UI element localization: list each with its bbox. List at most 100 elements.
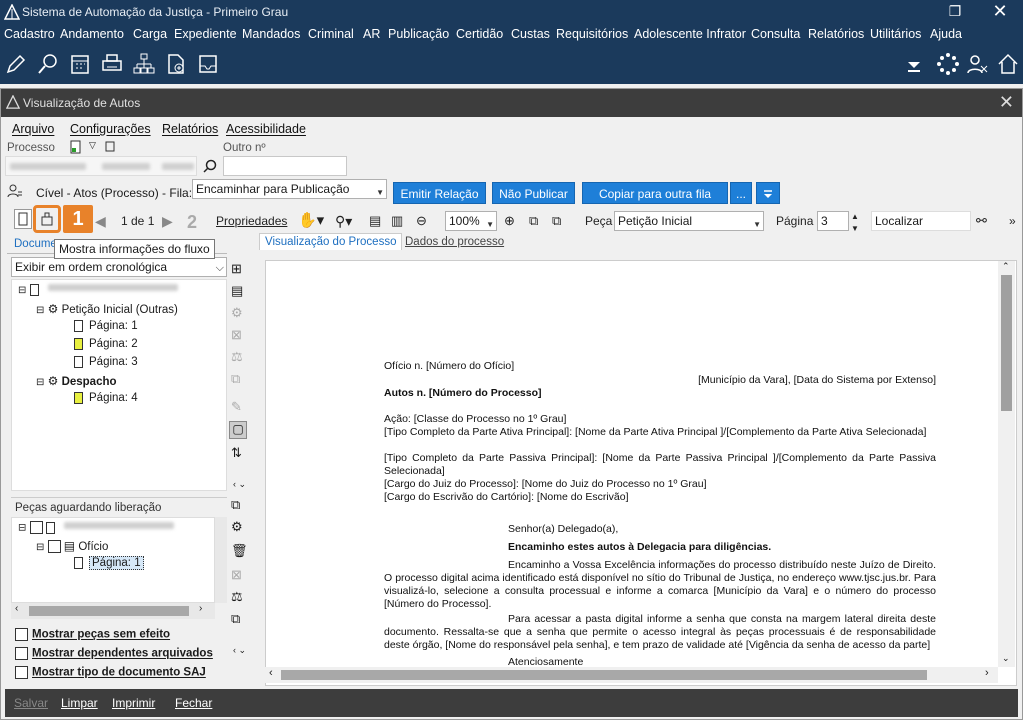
pending-oficio-row[interactable]: ⊟ ▤ Ofício	[36, 539, 108, 554]
menu-requisitorios[interactable]: Requisitórios	[556, 27, 628, 41]
menu-carga[interactable]: Carga	[133, 27, 167, 41]
sem-efeito-option[interactable]: Mostrar peças sem efeito	[15, 628, 170, 641]
zoom-tool-icon[interactable]: ⚲▾	[335, 209, 352, 233]
menu-expediente[interactable]: Expediente	[174, 27, 237, 41]
expand-actions-button[interactable]	[756, 182, 780, 204]
menu-ar[interactable]: AR	[363, 27, 380, 41]
nao-publicar-button[interactable]: Não Publicar	[492, 182, 575, 204]
limpar-button[interactable]: Limpar	[61, 696, 98, 710]
document-vertical-scrollbar[interactable]: ⌃ ⌄	[998, 261, 1015, 667]
archive-icon[interactable]	[196, 52, 222, 78]
users-icon[interactable]	[966, 52, 992, 78]
localizar-input[interactable]: Localizar	[871, 211, 971, 231]
tree-peticao-row[interactable]: ⊟ ⚙ Petição Inicial (Outras)	[36, 302, 178, 316]
tab-dados-processo[interactable]: Dados do processo	[405, 236, 504, 248]
pending-root-checkbox[interactable]	[29, 521, 43, 534]
peca-select[interactable]: Petição Inicial ▼	[614, 211, 764, 231]
menu-andamento[interactable]: Andamento	[60, 27, 124, 41]
tree-view-icon[interactable]: ⊞	[231, 261, 242, 277]
processo-input[interactable]	[5, 156, 197, 176]
more-actions-button[interactable]: ...	[730, 182, 752, 204]
document-horizontal-scrollbar[interactable]: ‹ ›	[265, 667, 998, 683]
scroll-left-icon[interactable]: ‹	[15, 603, 18, 614]
zoom-out-icon[interactable]: ⊖	[416, 209, 427, 233]
menu-criminal[interactable]: Criminal	[308, 27, 354, 41]
gear-icon[interactable]: ⚙	[231, 519, 243, 535]
close-window-button[interactable]: ✕	[999, 92, 1014, 113]
menu-publicacao[interactable]: Publicação	[388, 27, 449, 41]
copy-page-icon[interactable]: ⧉	[529, 209, 538, 233]
order-select[interactable]: Exibir em ordem cronológica ⌵	[11, 257, 227, 277]
menu-arquivo[interactable]: Arquivo	[12, 122, 54, 136]
fit-page-icon[interactable]: ▥	[391, 209, 403, 233]
expand-down-icon[interactable]: ‹ ⌄	[233, 645, 246, 656]
previous-page-icon[interactable]: ◀	[95, 209, 106, 233]
menu-relatorios-sub[interactable]: Relatórios	[162, 122, 218, 136]
menu-mandados[interactable]: Mandados	[242, 27, 300, 41]
propriedades-button[interactable]: Propriedades	[216, 209, 287, 233]
collapse-icon[interactable]: ⊟	[18, 285, 26, 296]
search-process-icon[interactable]	[36, 52, 62, 78]
zoom-select[interactable]: 100% ▼	[445, 211, 497, 231]
scroll-thumb[interactable]	[281, 670, 927, 680]
note-icon[interactable]	[105, 141, 115, 153]
imprimir-button[interactable]: Imprimir	[112, 696, 155, 710]
tipo-doc-option[interactable]: Mostrar tipo de documento SAJ	[15, 666, 206, 679]
trash-icon[interactable]: 🗑︎	[231, 543, 248, 559]
collapse-icon[interactable]: ⊟	[36, 542, 44, 553]
fluxo-info-button[interactable]	[33, 205, 61, 233]
pending-vertical-scrollbar[interactable]	[215, 517, 227, 603]
comment-icon[interactable]: ▢	[229, 421, 247, 439]
menu-certidao[interactable]: Certidão	[456, 27, 503, 41]
process-type-icon[interactable]	[69, 140, 83, 154]
add-document-icon[interactable]	[164, 52, 190, 78]
close-app-button[interactable]: ✕	[980, 0, 1020, 24]
menu-custas[interactable]: Custas	[511, 27, 550, 41]
scroll-down-icon[interactable]: ⌄	[1002, 653, 1010, 664]
tree-page-row[interactable]: Página: 4	[74, 392, 138, 404]
collapse-icon[interactable]: ⊟	[36, 305, 44, 316]
list-view-icon[interactable]: ▤	[231, 283, 243, 299]
pending-horizontal-scrollbar[interactable]: ‹ ›	[11, 603, 215, 619]
next-page-icon[interactable]: ▶	[162, 209, 173, 233]
pending-root-row[interactable]: ⊟	[18, 521, 174, 534]
first-toolbar-button[interactable]	[14, 209, 32, 229]
tab-visualizacao-processo[interactable]: Visualização do Processo	[259, 233, 403, 250]
tree-despacho-row[interactable]: ⊟ ⚙ Despacho	[36, 374, 117, 388]
copy-icon[interactable]: ⧉	[231, 611, 240, 627]
menu-relatorios[interactable]: Relatórios	[808, 27, 864, 41]
sort-icon[interactable]: ⇅	[231, 445, 242, 461]
scroll-thumb[interactable]	[1001, 275, 1012, 411]
tipo-doc-checkbox[interactable]	[15, 666, 28, 679]
collapse-icon[interactable]: ⊟	[18, 523, 26, 534]
menu-utilitarios[interactable]: Utilitários	[870, 27, 921, 41]
expand-down-icon[interactable]: ‹ ⌄	[233, 479, 246, 490]
dropdown-arrow-icon[interactable]	[902, 52, 920, 78]
chevron-down-icon[interactable]: ▽	[89, 140, 96, 151]
copiar-outra-fila-button[interactable]: Copiar para outra fila	[582, 182, 728, 204]
menu-adolescente[interactable]: Adolescente Infrator	[634, 27, 746, 41]
menu-configuracoes[interactable]: Configurações	[70, 122, 151, 136]
search-icon[interactable]	[203, 159, 217, 173]
menu-ajuda[interactable]: Ajuda	[930, 27, 962, 41]
hierarchy-icon[interactable]	[132, 52, 158, 78]
edit-icon[interactable]	[4, 52, 30, 78]
tree-page-row[interactable]: Página: 3	[74, 356, 138, 368]
pagina-stepper[interactable]: ▲ ▼	[851, 211, 859, 235]
dependentes-checkbox[interactable]	[15, 647, 28, 660]
dependentes-option[interactable]: Mostrar dependentes arquivados	[15, 647, 213, 660]
move-page-icon[interactable]: ⧉	[552, 209, 561, 233]
overflow-chevron-icon[interactable]: »	[1009, 209, 1016, 233]
tree-page-row[interactable]: Página: 1	[74, 320, 138, 332]
tree-root-row[interactable]: ⊟	[18, 284, 178, 296]
restore-window-button[interactable]: ❐	[935, 0, 975, 24]
pending-oficio-checkbox[interactable]	[47, 540, 61, 554]
pending-page-row[interactable]: Página: 1	[74, 556, 144, 571]
tree-page-row[interactable]: Página: 2	[74, 338, 138, 350]
menu-consulta[interactable]: Consulta	[751, 27, 800, 41]
collapse-icon[interactable]: ⊟	[36, 377, 44, 388]
scroll-left-icon[interactable]: ‹	[269, 667, 273, 679]
zoom-in-icon[interactable]: ⊕	[504, 209, 515, 233]
scroll-thumb[interactable]	[29, 606, 189, 616]
hand-tool-icon[interactable]: ✋▾	[298, 209, 324, 233]
